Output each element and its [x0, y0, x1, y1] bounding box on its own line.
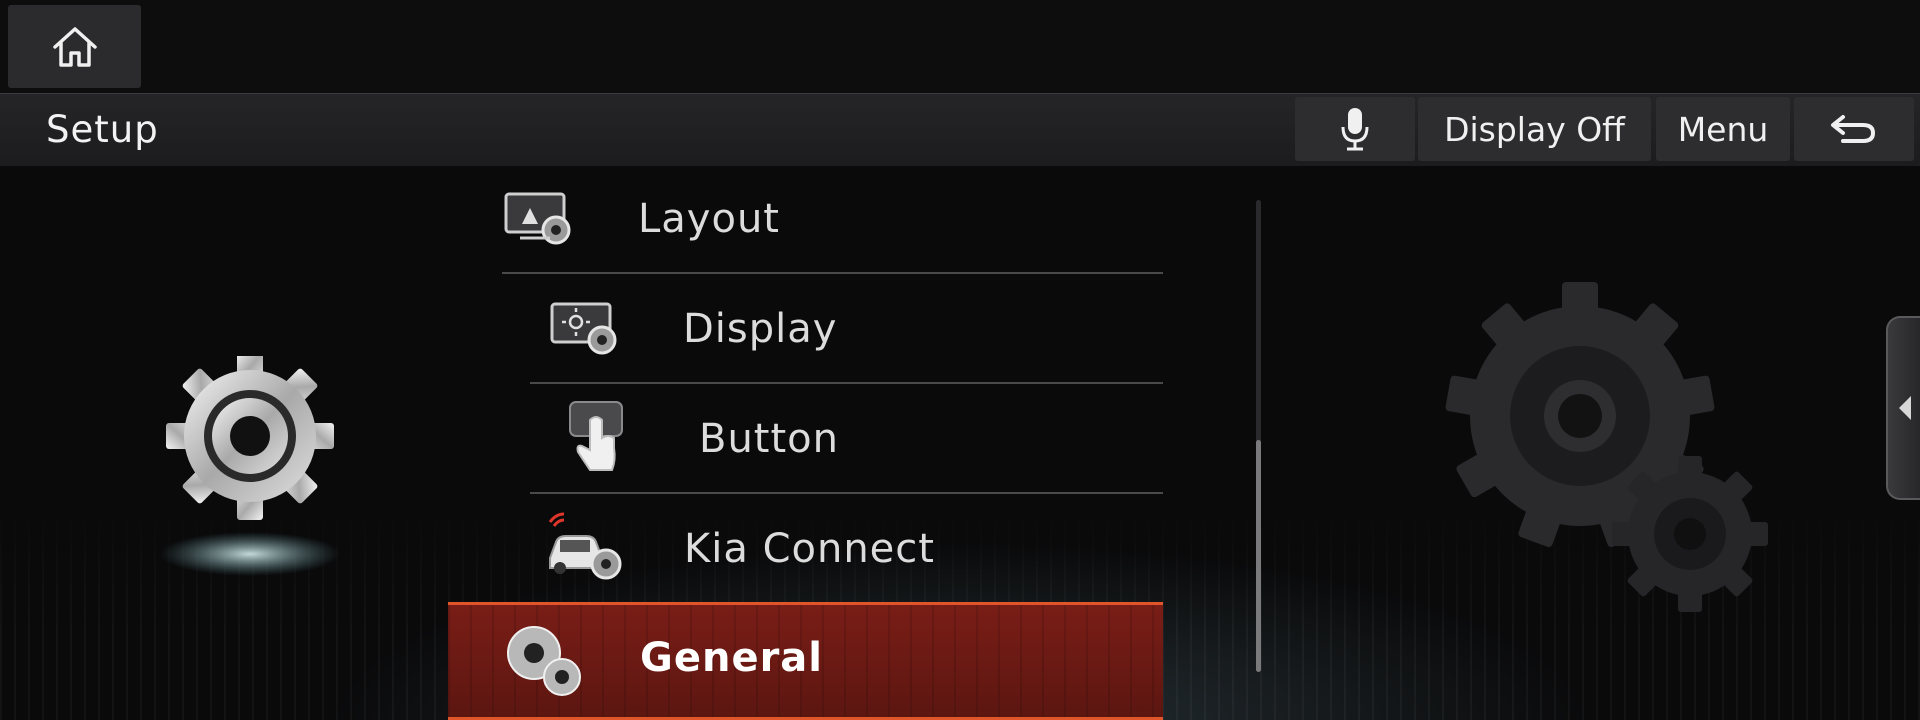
divider — [502, 272, 1163, 274]
settings-stage: Layout Display Button Kia Connect Genera… — [0, 166, 1920, 720]
page-title: Setup — [46, 108, 159, 151]
divider — [530, 492, 1163, 494]
kia-connect-car-icon — [548, 512, 622, 580]
list-item-kia-connect[interactable]: Kia Connect — [530, 496, 1163, 604]
scrollbar[interactable] — [1256, 200, 1261, 672]
home-icon — [52, 26, 97, 67]
layout-settings-icon — [504, 192, 571, 245]
back-arrow-icon — [1831, 115, 1876, 143]
list-item-label: Display — [683, 306, 838, 352]
list-item-button[interactable]: Button — [530, 386, 1163, 494]
side-panel-handle[interactable] — [1886, 316, 1920, 500]
decorative-gears-icon — [1445, 282, 1768, 612]
button-touch-icon — [569, 401, 623, 471]
top-bar — [0, 0, 1920, 93]
title-bar: Setup Display Off Menu — [0, 93, 1920, 167]
list-item-label: Kia Connect — [684, 526, 935, 572]
list-item-general-selected[interactable]: General — [448, 602, 1163, 720]
menu-button[interactable]: Menu — [1656, 97, 1790, 161]
list-item-label: Layout — [638, 196, 780, 242]
list-item-label: General — [640, 635, 823, 681]
list-item-display[interactable]: Display — [530, 276, 1163, 384]
setup-gear-icon — [160, 356, 340, 576]
home-button[interactable] — [8, 5, 141, 88]
chevron-left-icon — [1899, 396, 1911, 420]
display-off-button[interactable]: Display Off — [1418, 97, 1651, 161]
divider — [530, 382, 1163, 384]
voice-button[interactable] — [1295, 97, 1415, 161]
scrollbar-thumb[interactable] — [1256, 440, 1261, 672]
display-settings-icon — [550, 302, 617, 355]
general-gears-icon — [507, 626, 581, 696]
back-button[interactable] — [1794, 97, 1914, 161]
microphone-icon — [1341, 108, 1369, 151]
list-item-label: Button — [699, 416, 839, 462]
list-item-layout[interactable]: Layout — [502, 166, 1163, 274]
